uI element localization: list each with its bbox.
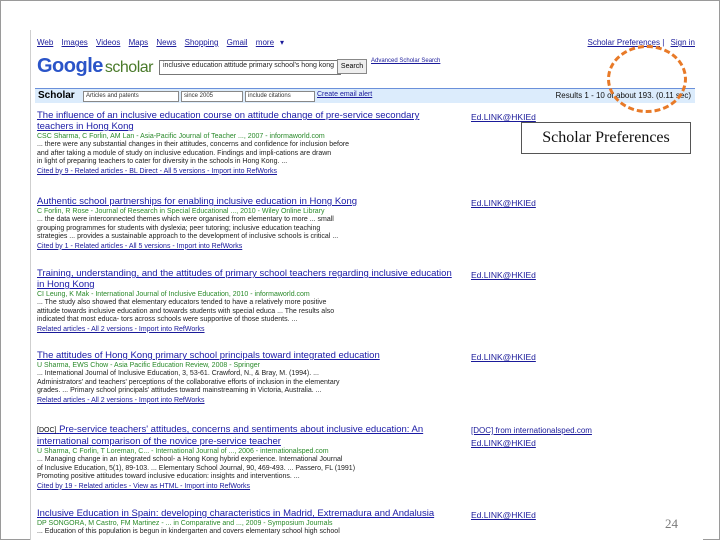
ed-link[interactable]: Ed.LINK@HKIEd: [471, 198, 536, 208]
nav-gmail[interactable]: Gmail: [227, 38, 248, 47]
result-item: The influence of an inclusive education …: [37, 110, 457, 176]
result-snippet-line: indicated that most educa- tors across s…: [37, 316, 298, 323]
include-select[interactable]: include citations: [245, 91, 315, 102]
result-snippet-line: ... there were any substantial changes i…: [37, 141, 350, 148]
scholar-preferences-callout: Scholar Preferences: [521, 122, 691, 154]
sign-in-link[interactable]: Sign in: [671, 38, 695, 47]
highlight-oval: [607, 45, 687, 113]
result-meta: C Forlin, R Rose - Journal of Research i…: [37, 208, 325, 215]
result-title[interactable]: [DOC] Pre-service teachers' attitudes, c…: [37, 424, 457, 447]
result-snippet-line: ... Education of this population is begu…: [37, 528, 340, 535]
result-snippet-line: and after taking a module of study on in…: [37, 149, 332, 157]
result-links[interactable]: Cited by 1 - Related articles - All 5 ve…: [37, 242, 457, 251]
nav-web[interactable]: Web: [37, 38, 53, 47]
create-alert-link[interactable]: Create email alert: [317, 91, 372, 98]
result-snippet-line: ... International Journal of Inclusive E…: [37, 370, 319, 377]
google-scholar-logo[interactable]: Google scholar: [37, 55, 153, 78]
result-title[interactable]: Inclusive Education in Spain: developing…: [37, 508, 457, 519]
result-item: [DOC] Pre-service teachers' attitudes, c…: [37, 424, 457, 491]
advanced-search-link[interactable]: Advanced Scholar Search: [371, 58, 440, 64]
result-snippet-line: ... the data were interconnected themes …: [37, 216, 334, 223]
bar-title: Scholar: [38, 90, 75, 101]
nav-more[interactable]: more: [256, 38, 274, 47]
result-title[interactable]: Training, understanding, and the attitud…: [37, 268, 457, 290]
result-meta: U Sharma, EWS Chow - Asia Pacific Educat…: [37, 362, 260, 369]
doc-tag: [DOC]: [37, 427, 57, 434]
result-snippet-line: grouping programmes for students with dy…: [37, 224, 321, 232]
result-meta: CI Leung, K Mak - International Journal …: [37, 291, 310, 298]
google-scholar-screenshot: Web Images Videos Maps News Shopping Gma…: [30, 30, 703, 540]
result-snippet-line: attitude towards inclusive education and…: [37, 307, 335, 315]
nav-maps[interactable]: Maps: [129, 38, 149, 47]
nav-news[interactable]: News: [156, 38, 176, 47]
logo-scholar: scholar: [104, 59, 154, 76]
nav-videos[interactable]: Videos: [96, 38, 120, 47]
result-item: Inclusive Education in Spain: developing…: [37, 508, 457, 537]
result-snippet-line: in light of preparing teachers to cater …: [37, 158, 288, 165]
ed-link[interactable]: Ed.LINK@HKIEd: [471, 112, 536, 122]
ed-link[interactable]: Ed.LINK@HKIEd: [471, 352, 536, 362]
ed-link[interactable]: Ed.LINK@HKIEd: [471, 438, 536, 448]
doc-source-link[interactable]: [DOC] from internationalsped.com: [471, 426, 592, 435]
ed-link[interactable]: Ed.LINK@HKIEd: [471, 270, 536, 280]
result-title[interactable]: Authentic school partnerships for enabli…: [37, 196, 457, 207]
result-links[interactable]: Related articles - All 2 versions - Impo…: [37, 396, 457, 405]
result-meta: DP SONGORA, M Castro, FM Martinez - ... …: [37, 520, 333, 527]
page-number: 24: [665, 516, 678, 531]
nav-shopping[interactable]: Shopping: [185, 38, 219, 47]
result-item: Training, understanding, and the attitud…: [37, 268, 457, 334]
nav-images[interactable]: Images: [62, 38, 88, 47]
result-links[interactable]: Related articles - All 2 versions - Impo…: [37, 325, 457, 334]
result-snippet-line: of Inclusive Education, 5(1), 89-103. ..…: [37, 464, 356, 472]
result-item: Authentic school partnerships for enabli…: [37, 196, 457, 251]
result-item: The attitudes of Hong Kong primary schoo…: [37, 350, 457, 405]
logo-google: Google: [37, 55, 103, 77]
results-bar: Scholar Articles and patents since 2005 …: [35, 88, 695, 103]
result-title[interactable]: The attitudes of Hong Kong primary schoo…: [37, 350, 457, 361]
result-meta: CSC Sharma, C Forlin, AM Lan - Asia-Paci…: [37, 133, 325, 140]
result-title-text[interactable]: Pre-service teachers' attitudes, concern…: [37, 424, 423, 447]
search-button[interactable]: Search: [337, 59, 367, 74]
result-snippet-line: Promoting positive attitudes toward incl…: [37, 473, 300, 480]
result-title[interactable]: The influence of an inclusive education …: [37, 110, 457, 132]
result-snippet-line: ... Managing change in an integrated sch…: [37, 456, 343, 463]
result-links[interactable]: Cited by 19 - Related articles - View as…: [37, 482, 457, 491]
search-input[interactable]: inclusive education attitude primary sch…: [159, 60, 341, 75]
anytime-select[interactable]: since 2005: [181, 91, 243, 102]
top-nav: Web Images Videos Maps News Shopping Gma…: [37, 38, 290, 47]
result-snippet-line: ... The study also showed that elementar…: [37, 299, 327, 306]
result-meta: U Sharma, C Forlin, T Loreman, C... - In…: [37, 448, 329, 455]
result-snippet-line: grades. ... Primary school principals' a…: [37, 387, 322, 394]
result-snippet-line: strategies ... provides a sustainable ap…: [37, 233, 339, 240]
result-links[interactable]: Cited by 9 - Related articles - BL Direc…: [37, 167, 457, 176]
articles-select[interactable]: Articles and patents: [83, 91, 179, 102]
ed-link[interactable]: Ed.LINK@HKIEd: [471, 510, 536, 520]
result-snippet-line: Administrators' and teachers' perception…: [37, 378, 340, 386]
chevron-down-icon: ▾: [280, 38, 285, 47]
